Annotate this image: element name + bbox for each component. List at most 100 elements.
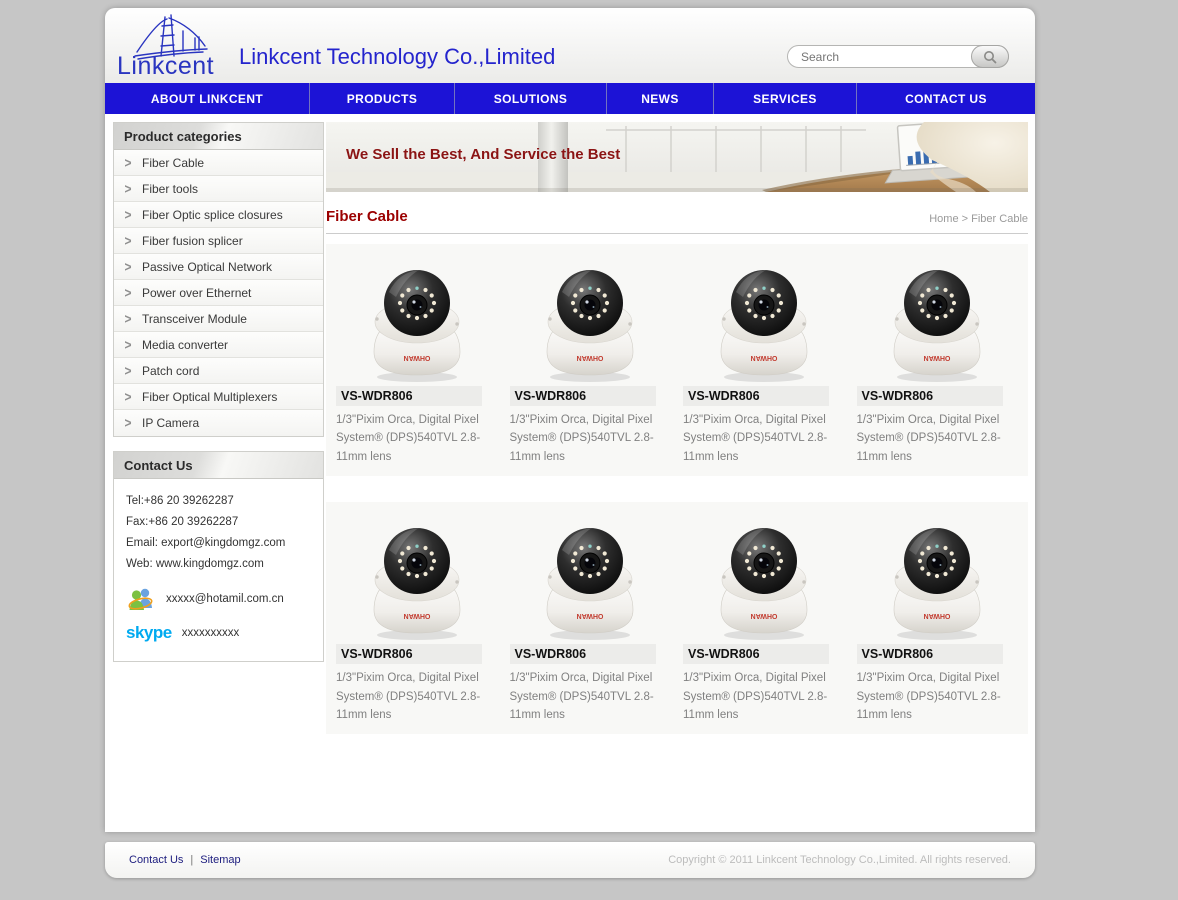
product-image[interactable]: OHWAN (336, 256, 498, 384)
product-image[interactable]: OHWAN (336, 514, 498, 642)
sidebar-category-label: Fiber Optical Multiplexers (142, 390, 277, 404)
product-card: OHWAN VS-WDR806 1/3"Pixim Orca, Digital … (851, 514, 1025, 724)
skype-row: skype xxxxxxxxxx (126, 623, 311, 643)
nav-item[interactable]: ABOUT LINKCENT (105, 83, 310, 114)
product-card: OHWAN VS-WDR806 1/3"Pixim Orca, Digital … (677, 256, 851, 466)
nav-item[interactable]: PRODUCTS (310, 83, 455, 114)
contact-web: Web: www.kingdomgz.com (126, 554, 311, 575)
breadcrumb: Home > Fiber Cable (929, 213, 1028, 225)
chevron-right-icon: > (114, 284, 142, 300)
breadcrumb-current: Fiber Cable (971, 213, 1028, 225)
footer-sitemap-link[interactable]: Sitemap (200, 854, 240, 866)
product-name-link[interactable]: VS-WDR806 (683, 386, 829, 406)
site-footer: Contact Us | Sitemap Copyright © 2011 Li… (105, 842, 1035, 878)
nav-item[interactable]: SOLUTIONS (455, 83, 607, 114)
product-card: OHWAN VS-WDR806 1/3"Pixim Orca, Digital … (504, 514, 678, 724)
product-card: OHWAN VS-WDR806 1/3"Pixim Orca, Digital … (677, 514, 851, 724)
msn-row: xxxxx@hotamil.com.cn (126, 585, 311, 613)
product-image[interactable]: OHWAN (510, 256, 672, 384)
camera-brand-text: OHWAN (577, 612, 604, 619)
msn-account: xxxxx@hotamil.com.cn (166, 593, 284, 605)
chevron-right-icon: > (114, 415, 142, 431)
chevron-right-icon: > (114, 336, 142, 352)
chevron-right-icon: > (114, 362, 142, 378)
product-description: 1/3"Pixim Orca, Digital Pixel System® (D… (336, 411, 494, 466)
nav-item[interactable]: CONTACT US (857, 83, 1035, 114)
product-grid-row: OHWAN VS-WDR806 1/3"Pixim Orca, Digital … (326, 244, 1028, 476)
page-head: Fiber Cable Home > Fiber Cable (326, 208, 1028, 234)
nav-item[interactable]: SERVICES (714, 83, 857, 114)
sidebar-category-label: IP Camera (142, 416, 199, 430)
chevron-right-icon: > (114, 258, 142, 274)
nav-item-label: SOLUTIONS (494, 92, 568, 106)
sidebar-category-item[interactable]: > Transceiver Module (114, 306, 323, 332)
sidebar-category-label: Media converter (142, 338, 228, 352)
product-name-link[interactable]: VS-WDR806 (336, 644, 482, 664)
contact-email: Email: export@kingdomgz.com (126, 533, 311, 554)
product-card: OHWAN VS-WDR806 1/3"Pixim Orca, Digital … (330, 256, 504, 466)
site-header: Linkcent Linkcent Technology Co.,Limited (105, 8, 1035, 83)
chevron-right-icon: > (114, 154, 142, 170)
nav-item-label: PRODUCTS (347, 92, 418, 106)
sidebar-category-label: Fiber fusion splicer (142, 234, 243, 248)
sidebar-category-item[interactable]: > Media converter (114, 332, 323, 358)
sidebar: Product categories > Fiber Cable > Fiber… (113, 122, 324, 832)
contact-fax: Fax:+86 20 39262287 (126, 512, 311, 533)
copyright-text: Copyright © 2011 Linkcent Technology Co.… (668, 854, 1011, 866)
sidebar-category-label: Fiber Cable (142, 156, 204, 170)
product-description: 1/3"Pixim Orca, Digital Pixel System® (D… (857, 669, 1015, 724)
sidebar-category-item[interactable]: > Fiber fusion splicer (114, 228, 323, 254)
breadcrumb-home-link[interactable]: Home (929, 213, 958, 225)
product-name-link[interactable]: VS-WDR806 (683, 644, 829, 664)
product-image[interactable]: OHWAN (857, 256, 1019, 384)
contact-us-body: Tel:+86 20 39262287 Fax:+86 20 39262287 … (114, 479, 323, 661)
camera-brand-text: OHWAN (924, 354, 951, 361)
camera-brand-text: OHWAN (750, 354, 777, 361)
sidebar-category-label: Patch cord (142, 364, 199, 378)
product-image[interactable]: OHWAN (510, 514, 672, 642)
contact-us-box: Contact Us Tel:+86 20 39262287 Fax:+86 2… (113, 451, 324, 662)
product-categories-box: Product categories > Fiber Cable > Fiber… (113, 122, 324, 437)
footer-contact-link[interactable]: Contact Us (129, 854, 183, 866)
sidebar-category-item[interactable]: > Power over Ethernet (114, 280, 323, 306)
product-name-link[interactable]: VS-WDR806 (857, 644, 1003, 664)
sidebar-category-item[interactable]: > Patch cord (114, 358, 323, 384)
chevron-right-icon: > (114, 180, 142, 196)
sidebar-category-label: Transceiver Module (142, 312, 247, 326)
product-name-link[interactable]: VS-WDR806 (510, 386, 656, 406)
product-categories-title: Product categories (114, 123, 323, 150)
product-name-link[interactable]: VS-WDR806 (336, 386, 482, 406)
chevron-right-icon: > (114, 388, 142, 404)
camera-brand-text: OHWAN (924, 612, 951, 619)
search-input[interactable] (788, 47, 971, 66)
dome-camera-image: OHWAN (540, 256, 640, 384)
sidebar-category-item[interactable]: > Fiber Cable (114, 150, 323, 176)
banner-slogan: We Sell the Best, And Service the Best (346, 146, 620, 163)
skype-account: xxxxxxxxxx (182, 627, 240, 639)
product-image[interactable]: OHWAN (683, 514, 845, 642)
contact-us-title: Contact Us (114, 452, 323, 479)
chevron-right-icon: > (114, 206, 142, 222)
product-image[interactable]: OHWAN (683, 256, 845, 384)
main-column: We Sell the Best, And Service the Best F… (326, 122, 1028, 832)
company-logo[interactable]: Linkcent (115, 10, 237, 82)
sidebar-category-item[interactable]: > IP Camera (114, 410, 323, 436)
sidebar-category-item[interactable]: > Fiber Optical Multiplexers (114, 384, 323, 410)
sidebar-category-item[interactable]: > Passive Optical Network (114, 254, 323, 280)
sidebar-category-item[interactable]: > Fiber tools (114, 176, 323, 202)
dome-camera-image: OHWAN (367, 256, 467, 384)
camera-brand-text: OHWAN (750, 612, 777, 619)
page-wrapper: Linkcent Linkcent Technology Co.,Limited… (105, 8, 1035, 878)
nav-item-label: NEWS (641, 92, 679, 106)
sidebar-category-label: Passive Optical Network (142, 260, 272, 274)
sidebar-category-item[interactable]: > Fiber Optic splice closures (114, 202, 323, 228)
product-name-link[interactable]: VS-WDR806 (857, 386, 1003, 406)
product-image[interactable]: OHWAN (857, 514, 1019, 642)
msn-messenger-icon (126, 585, 156, 613)
nav-item[interactable]: NEWS (607, 83, 714, 114)
search-button[interactable] (971, 45, 1009, 68)
product-name-link[interactable]: VS-WDR806 (510, 644, 656, 664)
camera-brand-text: OHWAN (403, 612, 430, 619)
chevron-right-icon: > (114, 310, 142, 326)
dome-camera-image: OHWAN (714, 256, 814, 384)
